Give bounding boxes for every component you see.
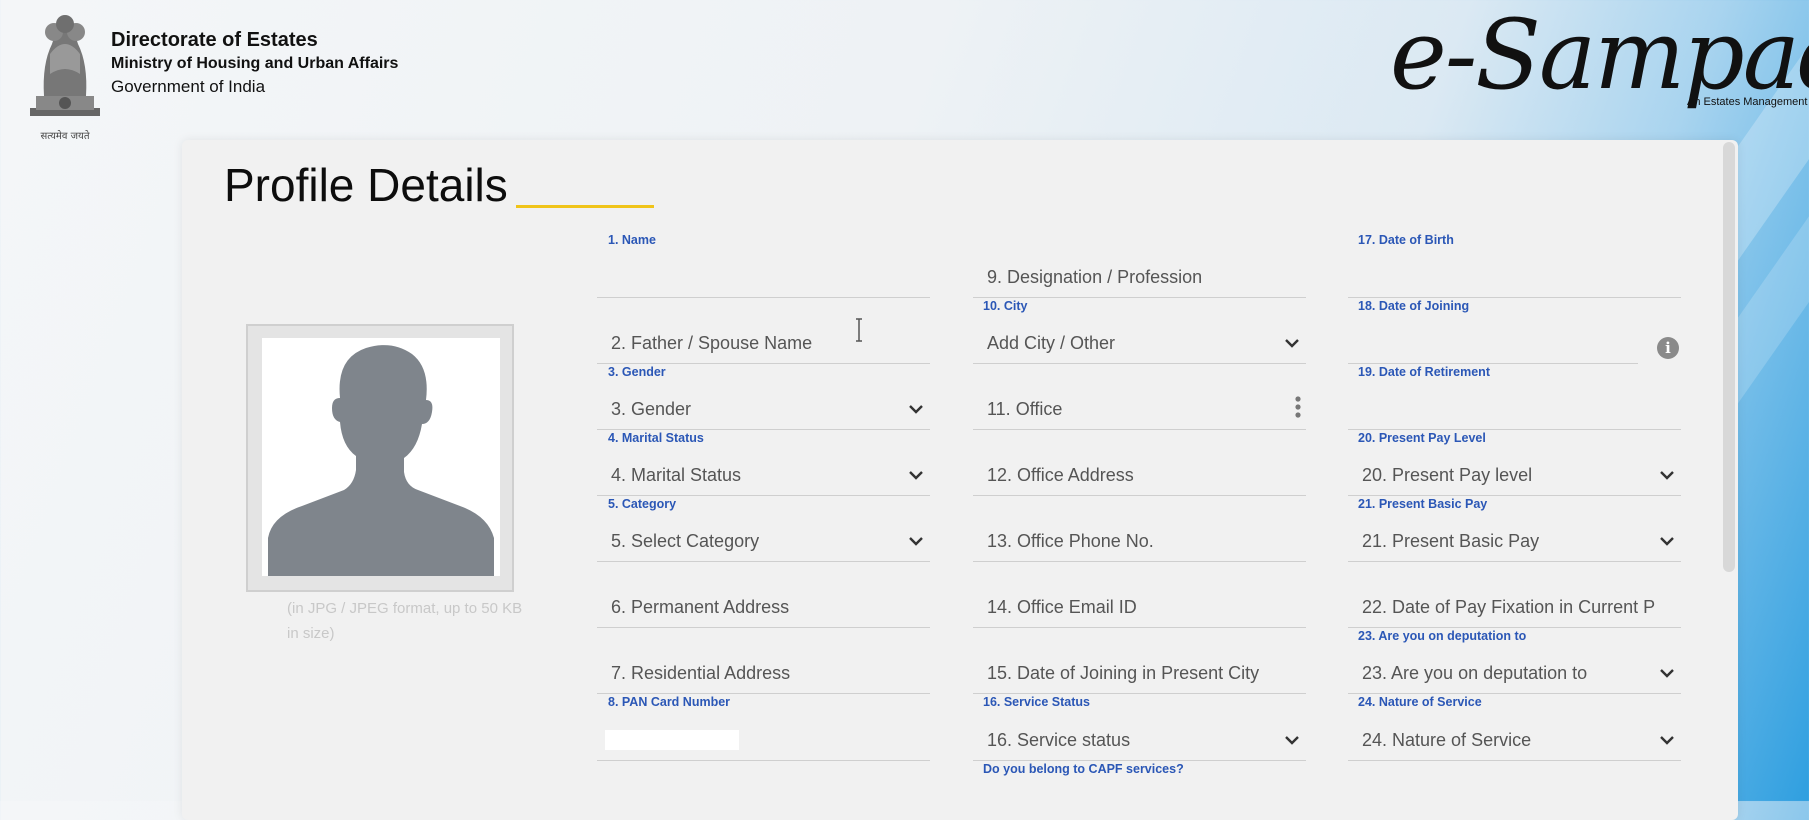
text-cursor-icon — [856, 318, 862, 342]
scrollbar-thumb[interactable] — [1723, 142, 1735, 572]
chevron-down-icon — [1660, 471, 1674, 480]
date-of-retirement-field[interactable] — [1348, 366, 1681, 430]
office-placeholder: 11. Office — [987, 399, 1063, 419]
residential-address-placeholder: 7. Residential Address — [611, 663, 791, 683]
chevron-down-icon — [909, 537, 923, 546]
chevron-down-icon — [1660, 537, 1674, 546]
marital-status-value: 4. Marital Status — [611, 465, 742, 485]
page-title: Profile Details — [224, 159, 508, 211]
info-icon[interactable]: i — [1657, 337, 1679, 359]
chevron-down-icon — [909, 405, 923, 414]
city-value: Add City / Other — [987, 333, 1116, 353]
pan-card-field[interactable] — [597, 697, 930, 761]
office-email-field[interactable]: 14. Office Email ID — [973, 564, 1306, 628]
category-select[interactable]: 5. Select Category — [597, 498, 930, 562]
more-vertical-icon[interactable] — [1294, 395, 1302, 419]
brand-tagline: An Estates Management — [1687, 96, 1808, 108]
national-emblem-logo: सत्यमेव जयते — [24, 4, 106, 144]
office-phone-placeholder: 13. Office Phone No. — [987, 531, 1154, 551]
category-value: 5. Select Category — [611, 531, 760, 551]
pay-level-value: 20. Present Pay level — [1362, 465, 1533, 485]
permanent-address-field[interactable]: 6. Permanent Address — [597, 564, 930, 628]
chevron-down-icon — [1285, 736, 1299, 745]
designation-placeholder: 9. Designation / Profession — [987, 267, 1203, 287]
chevron-down-icon — [1285, 339, 1299, 348]
title-underline — [516, 205, 654, 208]
capf-label: Do you belong to CAPF services? — [983, 762, 1184, 776]
date-of-birth-field[interactable] — [1348, 234, 1681, 298]
organization-name: Directorate of Estates Ministry of Housi… — [111, 28, 398, 98]
gender-select[interactable]: 3. Gender — [597, 366, 930, 430]
service-status-select[interactable]: 16. Service status — [973, 697, 1306, 761]
org-line-1: Directorate of Estates — [111, 29, 318, 51]
name-field[interactable] — [597, 234, 930, 298]
emblem-caption: सत्यमेव जयते — [40, 130, 89, 142]
permanent-address-placeholder: 6. Permanent Address — [611, 597, 790, 617]
father-spouse-name-field[interactable]: 2. Father / Spouse Name — [597, 300, 930, 364]
chevron-down-icon — [909, 471, 923, 480]
city-select[interactable]: Add City / Other — [973, 300, 1306, 364]
org-line-3: Government of India — [111, 77, 266, 96]
office-phone-field[interactable]: 13. Office Phone No. — [973, 498, 1306, 562]
office-address-field[interactable]: 12. Office Address — [973, 432, 1306, 496]
marital-status-select[interactable]: 4. Marital Status — [597, 432, 930, 496]
date-of-joining-field[interactable] — [1348, 300, 1638, 364]
basic-pay-value: 21. Present Basic Pay — [1362, 531, 1540, 551]
avatar-placeholder[interactable] — [262, 338, 500, 576]
pay-fixation-date-placeholder: 22. Date of Pay Fixation in Current P — [1362, 597, 1656, 617]
residential-address-field[interactable]: 7. Residential Address — [597, 630, 930, 694]
office-field[interactable]: 11. Office — [973, 366, 1306, 430]
chevron-down-icon — [1660, 736, 1674, 745]
service-status-value: 16. Service status — [987, 730, 1131, 750]
joining-present-city-field[interactable]: 15. Date of Joining in Present City — [973, 630, 1306, 694]
pay-fixation-date-field[interactable]: 22. Date of Pay Fixation in Current P — [1348, 564, 1681, 628]
designation-field[interactable]: 9. Designation / Profession — [973, 234, 1306, 298]
father-spouse-name-placeholder: 2. Father / Spouse Name — [611, 333, 813, 353]
photo-format-note: (in JPG / JPEG format, up to 50 KB in si… — [287, 600, 523, 642]
nature-of-service-value: 24. Nature of Service — [1362, 730, 1532, 750]
basic-pay-select[interactable]: 21. Present Basic Pay — [1348, 498, 1681, 562]
deputation-select[interactable]: 23. Are you on deputation to — [1348, 630, 1681, 694]
office-email-placeholder: 14. Office Email ID — [987, 597, 1137, 617]
pay-level-select[interactable]: 20. Present Pay level — [1348, 432, 1681, 496]
person-silhouette-icon — [268, 345, 494, 576]
joining-present-city-placeholder: 15. Date of Joining in Present City — [987, 663, 1260, 683]
office-address-placeholder: 12. Office Address — [987, 465, 1134, 485]
org-line-2: Ministry of Housing and Urban Affairs — [111, 55, 399, 72]
deputation-value: 23. Are you on deputation to — [1362, 663, 1588, 683]
pan-card-redacted-value — [605, 730, 739, 750]
brand-logo: e-Sampad — [1390, 0, 1809, 111]
chevron-down-icon — [1660, 669, 1674, 678]
nature-of-service-select[interactable]: 24. Nature of Service — [1348, 697, 1681, 761]
gender-value: 3. Gender — [611, 399, 692, 419]
